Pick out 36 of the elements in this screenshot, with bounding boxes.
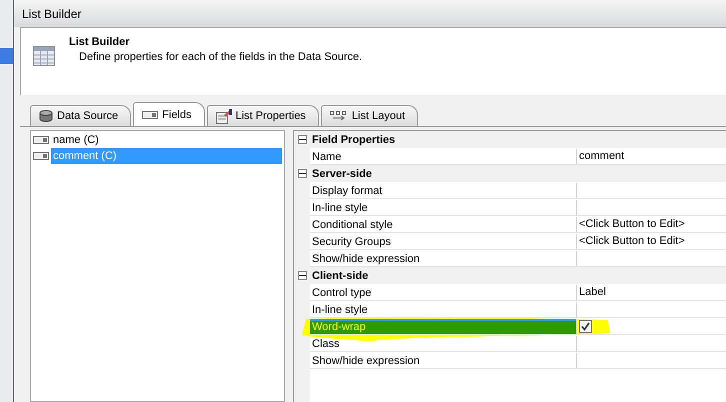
tab[interactable]: Data Source (30, 105, 132, 126)
field-icon (142, 110, 158, 118)
minus-icon (298, 272, 306, 279)
checkbox[interactable] (579, 320, 592, 332)
table-icon (33, 46, 55, 66)
category-title: Field Properties (311, 134, 396, 146)
collapse-toggle[interactable] (298, 169, 306, 178)
property-name[interactable]: Control type (310, 284, 577, 300)
tab[interactable]: Fields (133, 102, 204, 126)
layout-icon (330, 111, 348, 121)
property-name[interactable]: Show/hide expression (310, 352, 577, 368)
property-value[interactable]: <Click Button to Edit> (579, 233, 685, 249)
property-name[interactable]: In-line style (310, 200, 577, 216)
collapse-toggle[interactable] (298, 135, 306, 144)
category-title: Server-side (311, 168, 372, 180)
property-value[interactable]: Label (579, 284, 606, 300)
form-icon (216, 108, 232, 124)
header-title: List Builder (69, 36, 131, 48)
header-description: Define properties for each of the fields in the Data Source. (79, 51, 362, 63)
field-item[interactable]: name (C) (51, 132, 282, 148)
property-name[interactable]: Class (310, 336, 577, 352)
tab[interactable]: List Properties (206, 105, 319, 126)
collapse-toggle[interactable] (298, 271, 306, 280)
property-value[interactable]: <Click Button to Edit> (579, 216, 685, 232)
window-title: List Builder (22, 6, 82, 20)
property-name[interactable]: Security Groups (310, 234, 577, 250)
property-value[interactable]: comment (579, 148, 624, 164)
field-icon (33, 152, 49, 160)
property-name[interactable]: Display format (310, 182, 577, 198)
property-name[interactable]: Conditional style (310, 216, 577, 232)
minus-icon (298, 170, 306, 177)
category-title: Client-side (311, 270, 368, 282)
minus-icon (298, 136, 306, 143)
database-icon (39, 110, 53, 122)
tab[interactable]: List Layout (320, 105, 418, 126)
field-icon (33, 136, 49, 144)
